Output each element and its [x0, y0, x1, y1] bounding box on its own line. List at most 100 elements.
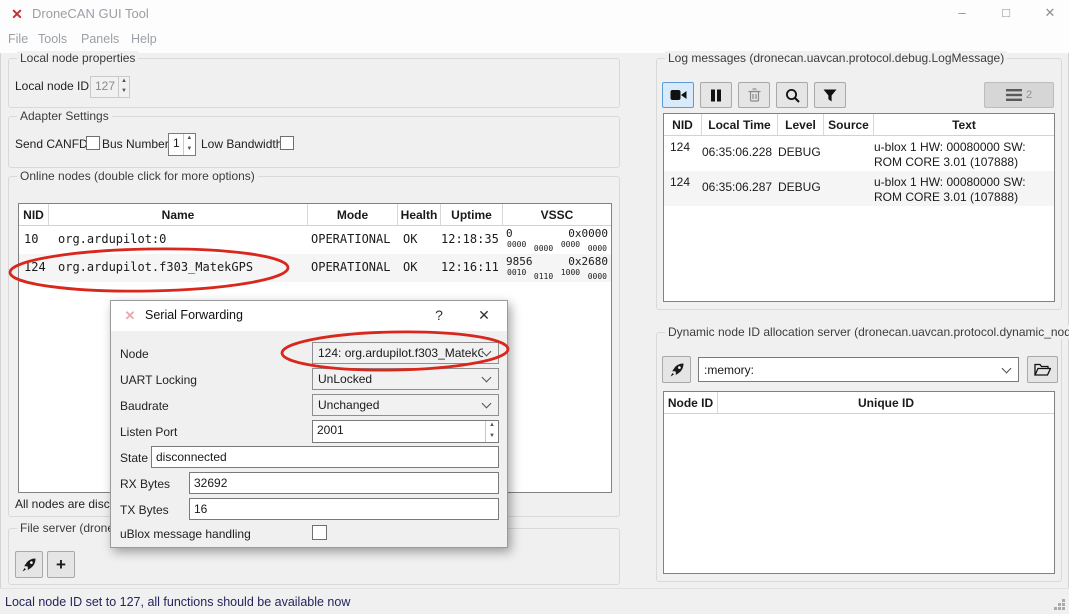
listen-port-spinner[interactable]: 2001 ▲▼ — [312, 420, 499, 443]
node-combobox-value: 124: org.ardupilot.f303_MatekGPS — [313, 346, 483, 360]
ublox-handling-checkbox[interactable] — [312, 525, 327, 540]
allocation-server-title: Dynamic node ID allocation server (drone… — [665, 325, 1069, 339]
spin-up-icon[interactable]: ▲ — [486, 421, 498, 432]
dialog-close-button[interactable]: ✕ — [467, 301, 501, 330]
state-field[interactable]: disconnected — [151, 446, 499, 468]
cell-source — [824, 136, 874, 171]
col-header-node-id[interactable]: Node ID — [664, 392, 718, 413]
log-messages-title: Log messages (dronecan.uavcan.protocol.d… — [665, 51, 1007, 65]
allocation-table: Node ID Unique ID — [663, 391, 1055, 574]
search-icon — [785, 88, 800, 103]
log-row-counter-button[interactable]: 2 — [984, 82, 1054, 108]
col-header-nid[interactable]: NID — [664, 114, 702, 135]
tx-bytes-field[interactable]: 16 — [189, 498, 499, 520]
log-search-button[interactable] — [776, 82, 808, 108]
video-camera-icon — [670, 89, 687, 101]
chevron-down-icon — [482, 347, 492, 357]
allocation-db-combobox[interactable]: :memory: — [698, 357, 1019, 382]
adapter-settings-group: Adapter Settings Send CANFD: Bus Number:… — [8, 116, 620, 168]
log-record-button[interactable] — [662, 82, 694, 108]
col-header-uptime[interactable]: Uptime — [441, 204, 503, 225]
dialog-title: Serial Forwarding — [145, 308, 243, 322]
bus-number-label: Bus Number: — [102, 137, 172, 151]
uart-locking-combobox[interactable]: UnLocked — [312, 368, 499, 390]
cell-level: DEBUG — [778, 136, 824, 171]
baudrate-label: Baudrate — [120, 399, 169, 413]
spin-down-icon[interactable]: ▼ — [486, 432, 498, 443]
menu-help[interactable]: Help — [131, 32, 157, 46]
spin-up-icon[interactable]: ▲ — [119, 77, 129, 87]
cell-text: u-blox 1 HW: 00080000 SW: ROM CORE 3.01 … — [874, 171, 1054, 206]
cell-vssc: 98560x2680 0010011010000000 — [503, 254, 611, 282]
listen-port-spin-arrows[interactable]: ▲▼ — [485, 421, 498, 442]
log-row[interactable]: 124 06:35:06.228 DEBUG u-blox 1 HW: 0008… — [664, 136, 1054, 171]
cell-health: OK — [398, 254, 441, 282]
local-node-properties-group: Local node properties Local node ID: 127… — [8, 58, 620, 108]
online-nodes-title: Online nodes (double click for more opti… — [17, 169, 258, 183]
uart-locking-value: UnLocked — [313, 372, 483, 386]
file-server-start-button[interactable] — [15, 551, 43, 578]
col-header-nid[interactable]: NID — [19, 204, 49, 225]
online-nodes-header: NID Name Mode Health Uptime VSSC — [19, 204, 611, 226]
menu-file[interactable]: File — [8, 32, 28, 46]
node-row-10[interactable]: 10 org.ardupilot:0 OPERATIONAL OK 12:18:… — [19, 226, 611, 254]
allocation-server-group: Dynamic node ID allocation server (drone… — [656, 332, 1062, 582]
maximize-button[interactable]: □ — [989, 0, 1023, 26]
state-label: State — [120, 451, 148, 465]
bus-number-spinner[interactable]: 1 ▲▼ — [168, 133, 196, 156]
spin-down-icon[interactable]: ▼ — [119, 87, 129, 97]
col-header-source[interactable]: Source — [824, 114, 874, 135]
log-table: NID Local Time Level Source Text 124 06:… — [663, 113, 1055, 302]
cell-uptime: 12:18:35 — [441, 226, 503, 254]
bus-number-value: 1 — [169, 134, 183, 155]
node-row-124[interactable]: 124 org.ardupilot.f303_MatekGPS OPERATIO… — [19, 254, 611, 282]
local-node-id-spin-arrows[interactable]: ▲▼ — [118, 77, 129, 97]
allocation-start-button[interactable] — [662, 356, 691, 383]
col-header-name[interactable]: Name — [49, 204, 308, 225]
listen-port-value: 2001 — [313, 421, 485, 442]
log-row-count: 2 — [1026, 89, 1032, 101]
log-clear-button[interactable] — [738, 82, 770, 108]
col-header-level[interactable]: Level — [778, 114, 824, 135]
dialog-title-bar: ✕ Serial Forwarding ? ✕ — [111, 301, 507, 331]
allocation-table-header: Node ID Unique ID — [664, 392, 1054, 414]
baudrate-combobox[interactable]: Unchanged — [312, 394, 499, 416]
close-button[interactable]: ✕ — [1033, 0, 1067, 26]
minimize-button[interactable]: – — [945, 0, 979, 26]
node-combobox[interactable]: 124: org.ardupilot.f303_MatekGPS — [312, 342, 499, 364]
col-header-health[interactable]: Health — [398, 204, 441, 225]
status-bar: Local node ID set to 127, all functions … — [0, 588, 1069, 614]
local-node-id-spinner[interactable]: 127 ▲▼ — [90, 76, 130, 98]
dialog-help-button[interactable]: ? — [422, 301, 456, 330]
local-node-id-label: Local node ID: — [15, 79, 92, 93]
filter-funnel-icon — [823, 89, 837, 102]
spin-down-icon[interactable]: ▼ — [184, 145, 195, 156]
serial-forwarding-dialog: ✕ Serial Forwarding ? ✕ Node 124: org.ar… — [110, 300, 508, 548]
col-header-local-time[interactable]: Local Time — [702, 114, 778, 135]
file-server-add-path-button[interactable]: + — [47, 551, 75, 578]
menu-tools[interactable]: Tools — [38, 32, 67, 46]
resize-grip[interactable] — [1062, 607, 1065, 610]
col-header-unique-id[interactable]: Unique ID — [718, 392, 1054, 413]
allocation-browse-button[interactable] — [1027, 356, 1058, 383]
node-label: Node — [120, 347, 149, 361]
trash-icon — [748, 88, 761, 102]
bus-number-spin-arrows[interactable]: ▲▼ — [183, 134, 195, 155]
rx-bytes-field[interactable]: 32692 — [189, 472, 499, 494]
cell-nid: 124 — [19, 254, 49, 282]
log-filter-button[interactable] — [814, 82, 846, 108]
ublox-handling-label: uBlox message handling — [120, 527, 251, 541]
cell-mode: OPERATIONAL — [308, 254, 398, 282]
send-canfd-checkbox[interactable] — [86, 136, 100, 150]
window-title: DroneCAN GUI Tool — [32, 6, 149, 21]
chevron-down-icon — [1002, 363, 1012, 373]
spin-up-icon[interactable]: ▲ — [184, 134, 195, 145]
col-header-text[interactable]: Text — [874, 114, 1054, 135]
menu-panels[interactable]: Panels — [81, 32, 119, 46]
col-header-mode[interactable]: Mode — [308, 204, 398, 225]
log-row[interactable]: 124 06:35:06.287 DEBUG u-blox 1 HW: 0008… — [664, 171, 1054, 206]
col-header-vssc[interactable]: VSSC — [503, 204, 611, 225]
low-bandwidth-checkbox[interactable] — [280, 136, 294, 150]
dronecan-gui-window: ✕ DroneCAN GUI Tool – □ ✕ File Tools Pan… — [0, 0, 1069, 614]
log-pause-button[interactable] — [700, 82, 732, 108]
